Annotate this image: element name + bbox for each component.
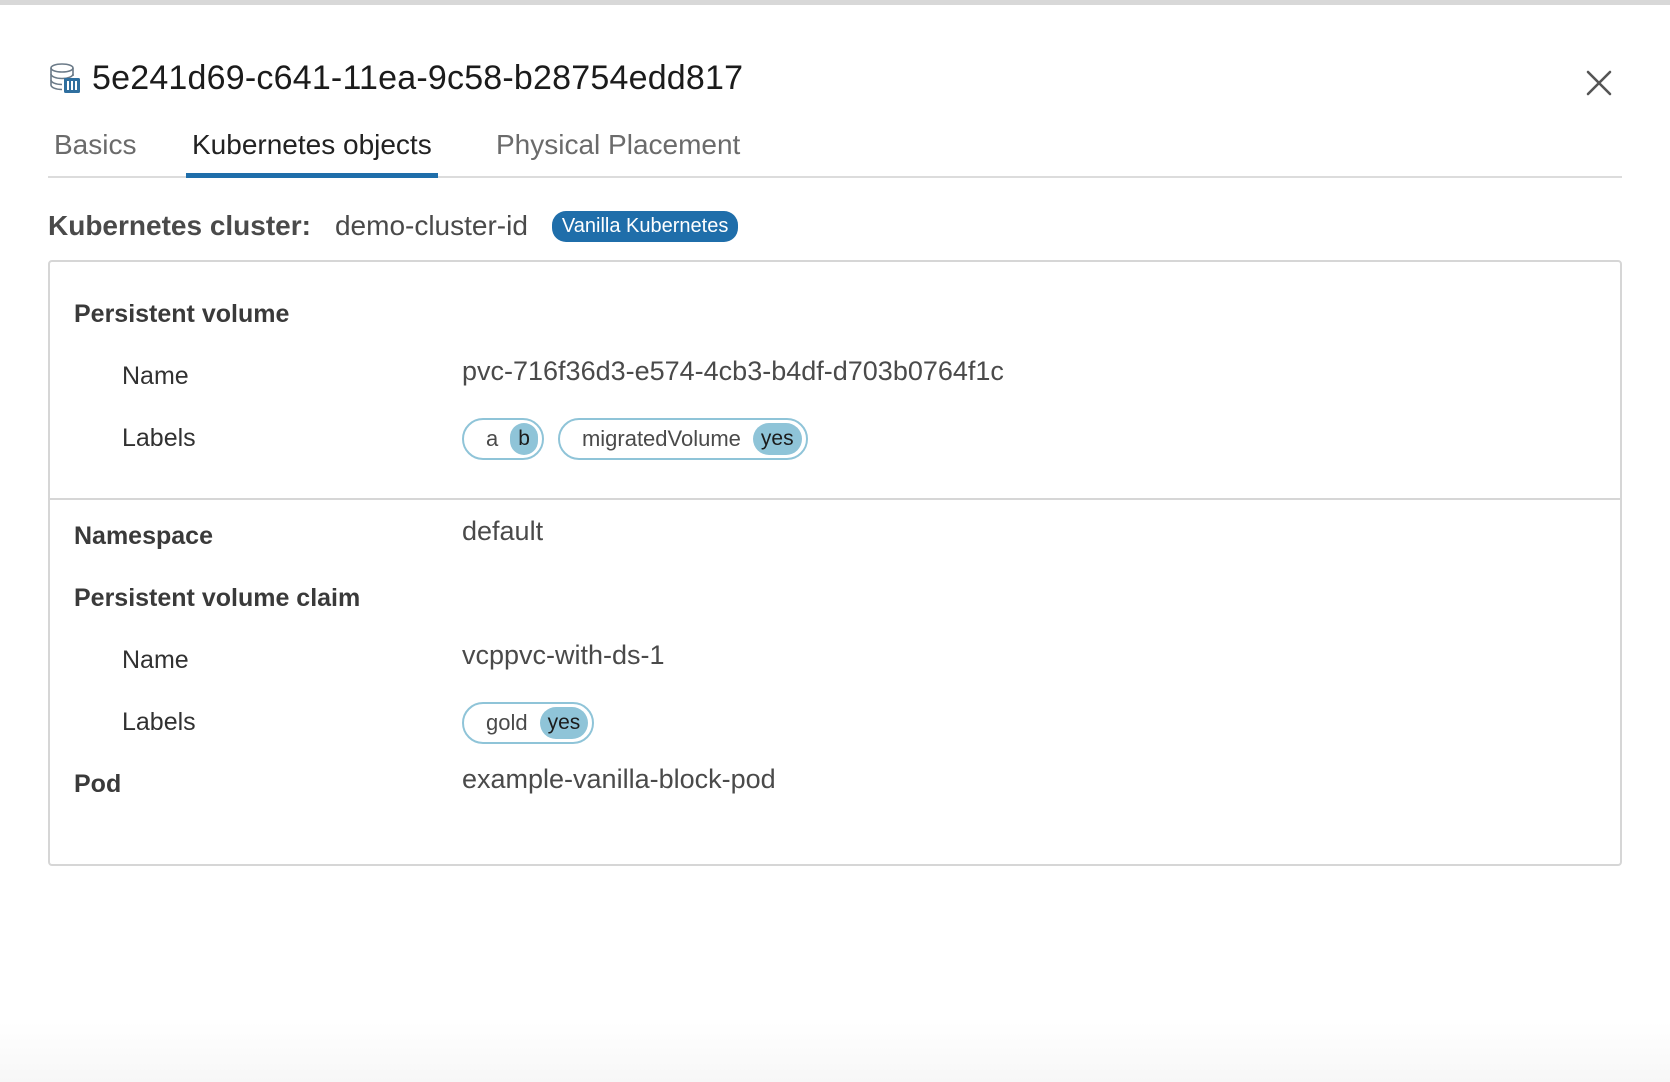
label-pill: a b [462, 418, 544, 460]
label-key: gold [486, 710, 528, 735]
label-pill: gold yes [462, 702, 595, 744]
tab-bar: Basics Kubernetes objects Physical Place… [48, 124, 1622, 178]
namespace-label: Namespace [74, 522, 213, 550]
volume-database-icon [50, 63, 80, 93]
label-key: migratedVolume [581, 426, 741, 451]
close-icon[interactable] [1578, 62, 1618, 102]
persistent-volume-heading: Persistent volume [74, 300, 290, 328]
namespace-value: default [462, 516, 544, 546]
pv-labels-label: Labels [122, 424, 196, 452]
tab-kubernetes-objects[interactable]: Kubernetes objects [186, 124, 438, 178]
pvc-name-value: vcppvc-with-ds-1 [462, 640, 665, 670]
modal-footer-area [0, 1022, 1670, 1082]
kubernetes-objects-card: Persistent volume Name pvc-716f36d3-e574… [48, 260, 1622, 866]
pod-value: example-vanilla-block-pod [462, 764, 776, 794]
label-key: a [486, 426, 499, 451]
pv-labels-list: a b migratedVolume yes [462, 418, 808, 460]
tab-physical-placement[interactable]: Physical Placement [496, 124, 740, 176]
pv-name-label: Name [122, 362, 189, 390]
label-value: b [510, 423, 538, 455]
pv-name-value: pvc-716f36d3-e574-4cb3-b4df-d703b0764f1c [462, 356, 1004, 386]
pod-label: Pod [74, 770, 122, 798]
cluster-label: Kubernetes cluster: [48, 210, 311, 241]
pvc-heading: Persistent volume claim [74, 584, 361, 612]
modal-header: 5e241d69-c641-11ea-9c58-b28754edd817 [48, 56, 743, 100]
cluster-row: Kubernetes cluster: demo-cluster-id Vani… [48, 206, 739, 246]
cluster-value: demo-cluster-id [334, 210, 528, 241]
page-title: 5e241d69-c641-11ea-9c58-b28754edd817 [92, 58, 744, 97]
top-divider [0, 0, 1670, 5]
tab-basics[interactable]: Basics [54, 124, 136, 176]
pvc-name-label: Name [122, 646, 189, 674]
pvc-labels-list: gold yes [462, 702, 595, 744]
cluster-type-badge: Vanilla Kubernetes [551, 210, 739, 242]
label-value: yes [752, 423, 802, 455]
pvc-labels-label: Labels [122, 708, 196, 736]
label-pill: migratedVolume yes [557, 418, 808, 460]
label-value: yes [539, 707, 589, 739]
section-divider [50, 498, 1620, 500]
